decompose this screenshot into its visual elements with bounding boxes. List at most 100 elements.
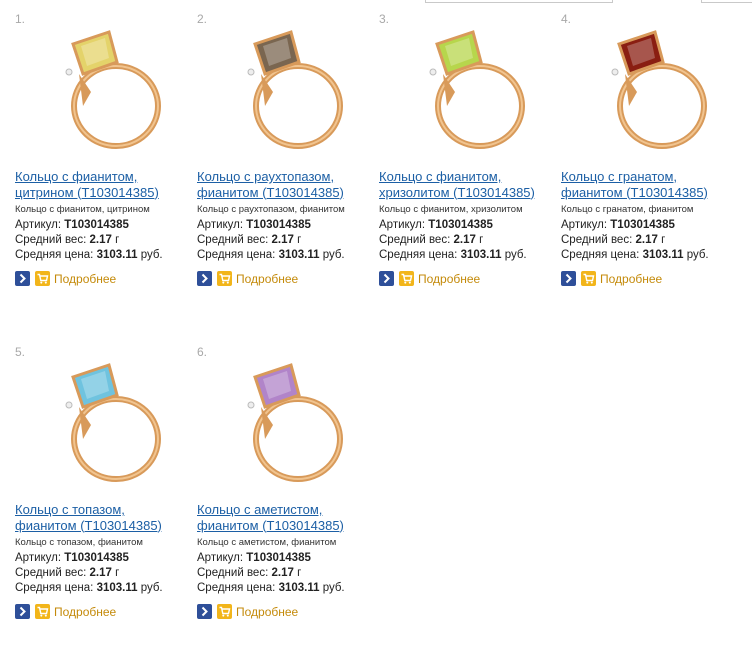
product-actions: Подробнее [15,271,191,287]
price-value: 3103.11 [96,582,138,594]
cart-icon [583,273,595,284]
weight-value: 2.17 [453,234,476,246]
weight-label: Средний вес: [197,567,269,579]
price-value: 3103.11 [96,249,138,261]
product-photo[interactable] [21,14,181,174]
chevron-right-icon [383,273,390,284]
product-title-line2: фианитом (Т103014385) [561,184,708,200]
product-description: Кольцо с фианитом, хризолитом [379,204,523,215]
more-details-link[interactable]: Подробнее [54,605,116,619]
product-sku: Артикул: Т103014385 [379,219,493,231]
product-title-line1: Кольцо с фианитом, [15,169,138,184]
ring-image [65,30,161,149]
sku-label: Артикул: [197,219,244,231]
cart-icon [219,606,231,617]
more-details-link[interactable]: Подробнее [418,272,480,286]
chevron-right-icon [201,273,208,284]
add-to-cart-button[interactable] [217,271,232,286]
product-sku: Артикул: Т103014385 [15,552,129,564]
sku-label: Артикул: [197,552,244,564]
weight-value: 2.17 [271,567,294,579]
product-weight: Средний вес: 2.17 г [379,234,483,246]
product-title-line1: Кольцо с аметистом, [197,502,323,517]
price-value: 3103.11 [278,582,320,594]
product-title-link[interactable]: Кольцо с раухтопазом, фианитом (Т1030143… [197,169,373,200]
product-title-link[interactable]: Кольцо с гранатом, фианитом (Т103014385) [561,169,737,200]
cart-icon [37,273,49,284]
sku-value: Т103014385 [64,552,129,564]
weight-unit: г [297,567,302,579]
product-title-link[interactable]: Кольцо с фианитом, цитрином (Т103014385) [15,169,191,200]
product-actions: Подробнее [561,271,737,287]
add-to-cart-button[interactable] [217,604,232,619]
product-title-line2: фианитом (Т103014385) [197,184,344,200]
product-title-line1: Кольцо с топазом, [15,502,125,517]
sku-value: Т103014385 [246,552,311,564]
ring-image [65,363,161,482]
product-photo[interactable] [203,347,363,507]
product-weight: Средний вес: 2.17 г [561,234,665,246]
more-details-link[interactable]: Подробнее [600,272,662,286]
add-to-cart-button[interactable] [35,271,50,286]
ring-image [611,30,707,149]
product-sku: Артикул: Т103014385 [197,219,311,231]
product-title-line2: фианитом (Т103014385) [197,517,344,533]
add-to-cart-button[interactable] [581,271,596,286]
cart-icon [401,273,413,284]
product-price: Средняя цена: 3103.11 руб. [379,249,527,261]
product-photo[interactable] [203,14,363,174]
chevron-right-icon [565,273,572,284]
sku-label: Артикул: [15,219,62,231]
product-title-line2: фианитом (Т103014385) [15,517,162,533]
details-arrow-button[interactable] [379,271,394,286]
details-arrow-button[interactable] [197,271,212,286]
sku-label: Артикул: [379,219,426,231]
product-actions: Подробнее [379,271,555,287]
product-photo[interactable] [21,347,181,507]
search-input[interactable] [425,0,613,3]
more-details-link[interactable]: Подробнее [54,272,116,286]
product-title-line2: цитрином (Т103014385) [15,184,159,200]
weight-unit: г [479,234,484,246]
product-title-line1: Кольцо с фианитом, [379,169,502,184]
product-weight: Средний вес: 2.17 г [197,234,301,246]
details-arrow-button[interactable] [561,271,576,286]
weight-value: 2.17 [635,234,658,246]
search-button[interactable] [701,0,752,3]
weight-value: 2.17 [89,567,112,579]
details-arrow-button[interactable] [15,604,30,619]
product-weight: Средний вес: 2.17 г [197,567,301,579]
price-label: Средняя цена: [197,582,276,594]
ring-image [247,30,343,149]
product-title-link[interactable]: Кольцо с топазом, фианитом (Т103014385) [15,502,191,533]
product-description: Кольцо с фианитом, цитрином [15,204,150,215]
details-arrow-button[interactable] [197,604,212,619]
sku-value: Т103014385 [610,219,675,231]
add-to-cart-button[interactable] [399,271,414,286]
product-weight: Средний вес: 2.17 г [15,567,119,579]
product-title-link[interactable]: Кольцо с аметистом, фианитом (Т103014385… [197,502,373,533]
cart-icon [37,606,49,617]
product-title-link[interactable]: Кольцо с фианитом, хризолитом (Т10301438… [379,169,555,200]
product-photo[interactable] [385,14,545,174]
weight-label: Средний вес: [15,234,87,246]
sku-label: Артикул: [561,219,608,231]
weight-unit: г [115,234,120,246]
product-sku: Артикул: Т103014385 [15,219,129,231]
sku-value: Т103014385 [246,219,311,231]
price-value: 3103.11 [460,249,502,261]
product-price: Средняя цена: 3103.11 руб. [197,582,345,594]
ring-image [429,30,525,149]
product-description: Кольцо с раухтопазом, фианитом [197,204,345,215]
price-label: Средняя цена: [15,249,94,261]
product-title-line2: хризолитом (Т103014385) [379,184,535,200]
more-details-link[interactable]: Подробнее [236,605,298,619]
product-description: Кольцо с аметистом, фианитом [197,537,337,548]
price-unit: руб. [322,582,345,594]
product-sku: Артикул: Т103014385 [561,219,675,231]
more-details-link[interactable]: Подробнее [236,272,298,286]
product-photo[interactable] [567,14,727,174]
chevron-right-icon [201,606,208,617]
details-arrow-button[interactable] [15,271,30,286]
add-to-cart-button[interactable] [35,604,50,619]
